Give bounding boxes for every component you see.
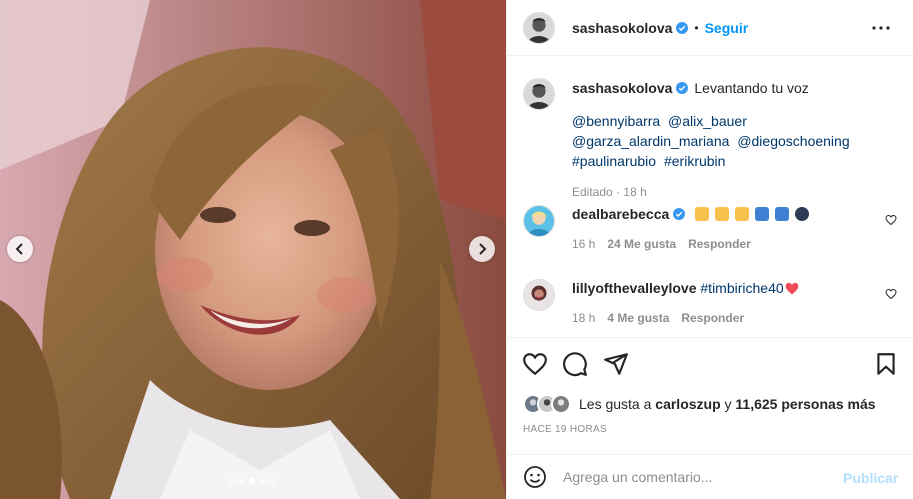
- like-heart-icon[interactable]: [522, 351, 548, 377]
- caption-tag[interactable]: #erikrubin: [664, 153, 725, 169]
- like-comment-heart-icon[interactable]: [885, 214, 897, 226]
- caption: sashasokolova Levantando tu voz @bennyiba…: [523, 78, 902, 199]
- comments-list[interactable]: sashasokolova Levantando tu voz @bennyiba…: [507, 57, 913, 336]
- carousel-dot: [269, 478, 275, 484]
- caption-meta: Editado · 18 h: [572, 185, 902, 199]
- comment-hashtag[interactable]: #timbiriche40: [700, 280, 783, 296]
- carousel-next-button[interactable]: [469, 236, 495, 262]
- comment-emojis: [695, 206, 810, 222]
- carousel-dot: [259, 478, 265, 484]
- red-heart-icon: [785, 282, 799, 295]
- post-media[interactable]: [0, 0, 506, 499]
- liker-avatar[interactable]: [551, 394, 571, 414]
- anchor-box-icon: [774, 207, 789, 221]
- caption-avatar[interactable]: [523, 78, 555, 110]
- carousel-dot: [249, 478, 255, 484]
- raised-hands-icon: [734, 207, 749, 221]
- raised-hands-icon: [715, 207, 730, 221]
- submarine-icon: [794, 207, 809, 221]
- comment-line: lillyofthevalleylove #timbiriche40: [572, 279, 872, 297]
- comment-time[interactable]: 16 h: [572, 237, 595, 251]
- carousel-dot: [239, 478, 245, 484]
- verified-badge-icon: [673, 208, 686, 220]
- chevron-right-icon: [479, 243, 487, 255]
- more-horizontal-icon: [872, 26, 890, 30]
- anchor-box-icon: [754, 207, 769, 221]
- comment-likes[interactable]: 4 Me gusta: [607, 311, 669, 325]
- author-avatar[interactable]: [523, 11, 555, 44]
- caption-username[interactable]: sashasokolova: [572, 80, 672, 96]
- emoji-smiley-icon[interactable]: [523, 465, 547, 489]
- comment-meta: 18 h 4 Me gusta Responder: [572, 311, 872, 325]
- likes-summary: Les gusta a carloszup y 11,625 personas …: [523, 394, 876, 414]
- action-bar: [507, 337, 913, 389]
- comment-item: lillyofthevalleylove #timbiriche40 18 h …: [523, 279, 872, 325]
- comment-meta: 16 h 24 Me gusta Responder: [572, 237, 872, 251]
- author-username[interactable]: sashasokolova: [572, 20, 672, 36]
- raised-hands-icon: [695, 207, 710, 221]
- liker-username[interactable]: carloszup: [655, 396, 720, 412]
- carousel-indicator: [229, 478, 275, 484]
- caption-tag[interactable]: @alix_bauer: [668, 113, 747, 129]
- reply-button[interactable]: Responder: [688, 237, 751, 251]
- chevron-left-icon: [15, 243, 23, 255]
- comment-input[interactable]: [563, 469, 823, 485]
- comment-item: dealbarebecca 16 h 24 Me gusta Responder: [523, 205, 872, 251]
- comment-likes[interactable]: 24 Me gusta: [607, 237, 676, 251]
- caption-line: sashasokolova Levantando tu voz: [572, 78, 902, 98]
- more-options-button[interactable]: [869, 16, 893, 40]
- like-comment-heart-icon[interactable]: [885, 288, 897, 300]
- caption-tag[interactable]: @garza_alardin_mariana: [572, 133, 729, 149]
- likes-text: Les gusta a carloszup y 11,625 personas …: [579, 396, 876, 412]
- caption-tag[interactable]: @diegoschoening: [737, 133, 849, 149]
- carousel-prev-button[interactable]: [7, 236, 33, 262]
- caption-tag[interactable]: @bennyibarra: [572, 113, 660, 129]
- likes-count[interactable]: 11,625 personas más: [735, 396, 875, 412]
- meta-dot: ·: [616, 185, 621, 199]
- share-paper-plane-icon[interactable]: [603, 351, 629, 377]
- commenter-username[interactable]: dealbarebecca: [572, 206, 669, 222]
- commenter-avatar[interactable]: [523, 279, 555, 311]
- follow-button[interactable]: Seguir: [705, 20, 749, 36]
- commenter-avatar[interactable]: [523, 205, 555, 237]
- comment-line: dealbarebecca: [572, 205, 872, 223]
- caption-tag[interactable]: #paulinarubio: [572, 153, 656, 169]
- post-details-panel: sashasokolova • Seguir sashasokolova Lev…: [506, 0, 913, 499]
- edited-label: Editado: [572, 185, 613, 199]
- caption-tags: @bennyibarra @alix_bauer @garza_alardin_…: [572, 111, 902, 171]
- verified-badge-icon: [676, 82, 689, 94]
- post-header: sashasokolova • Seguir: [507, 0, 913, 56]
- header-separator: •: [694, 20, 699, 35]
- publish-button[interactable]: Publicar: [843, 470, 898, 486]
- likes-conjunction: y: [724, 396, 732, 412]
- comment-time[interactable]: 18 h: [572, 311, 595, 325]
- likes-prefix: Les gusta a: [579, 396, 652, 412]
- save-bookmark-icon[interactable]: [873, 351, 899, 377]
- post-photo: [0, 0, 506, 499]
- commenter-username[interactable]: lillyofthevalleylove: [572, 280, 697, 296]
- reply-button[interactable]: Responder: [681, 311, 744, 325]
- caption-time[interactable]: 18 h: [623, 185, 646, 199]
- verified-badge-icon: [676, 21, 689, 34]
- comment-composer: Publicar: [507, 454, 913, 499]
- comment-bubble-icon[interactable]: [562, 351, 588, 377]
- instagram-post: sashasokolova • Seguir sashasokolova Lev…: [0, 0, 913, 499]
- caption-message: Levantando tu voz: [694, 80, 809, 96]
- post-timestamp[interactable]: HACE 19 HORAS: [523, 424, 607, 435]
- carousel-dot: [229, 478, 235, 484]
